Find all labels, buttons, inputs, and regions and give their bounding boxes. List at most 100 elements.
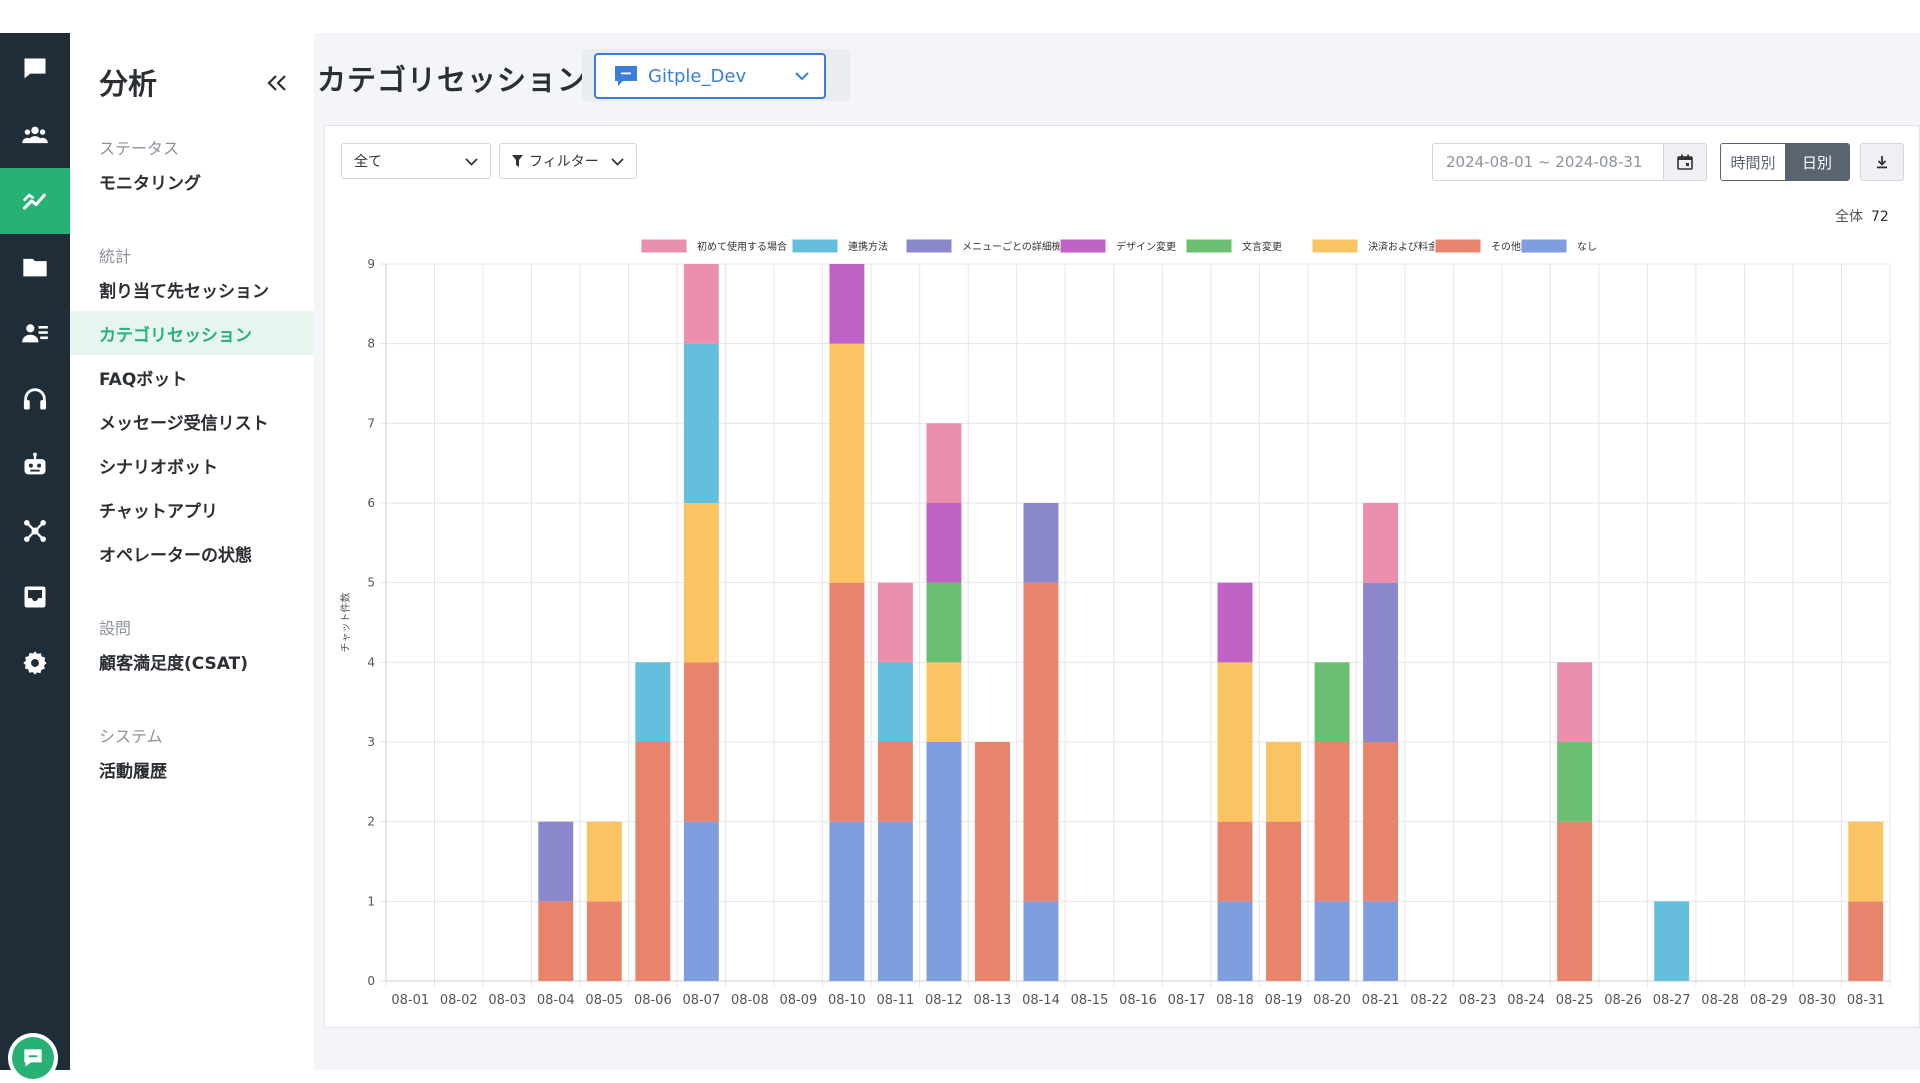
channel-select[interactable]: Gitple_Dev <box>594 53 826 99</box>
sidebar-title: 分析 <box>99 67 158 101</box>
bar-segment <box>538 821 574 902</box>
bar-segment <box>1654 901 1690 981</box>
sidebar-item-chat-app[interactable]: チャットアプリ <box>70 487 314 531</box>
bar-segment <box>829 343 865 583</box>
rail-contacts[interactable] <box>0 300 70 366</box>
legend-swatch <box>1520 238 1568 254</box>
rail-inbox[interactable] <box>0 564 70 630</box>
bar-segment <box>829 264 865 344</box>
sidebar-item-operator-status[interactable]: オペレーターの状態 <box>70 531 314 575</box>
x-tick-label: 08-06 <box>634 993 672 1008</box>
y-tick-label: 3 <box>367 735 375 749</box>
bar-segment <box>683 662 719 822</box>
sidebar-item-message-list[interactable]: メッセージ受信リスト <box>70 399 314 443</box>
x-tick-label: 08-23 <box>1459 993 1497 1008</box>
section-survey: 設問 <box>99 619 132 638</box>
x-tick-label: 08-09 <box>779 993 817 1008</box>
legend-label: デザイン変更 <box>1116 240 1176 253</box>
rail-chat[interactable] <box>0 36 70 102</box>
x-tick-label: 08-12 <box>925 993 963 1008</box>
y-tick-label: 7 <box>367 416 375 430</box>
chat-support-icon <box>24 1049 42 1067</box>
channel-select-label: Gitple_Dev <box>648 65 747 87</box>
legend-label: 決済および料金 <box>1368 240 1438 253</box>
legend-swatch <box>1059 238 1107 254</box>
legend-label: メニューごとの詳細機能 <box>962 240 1072 253</box>
bar-segment <box>683 503 719 663</box>
bar-segment <box>1314 901 1350 981</box>
bar-segment <box>586 901 622 981</box>
legend-label: 連携方法 <box>848 240 888 253</box>
rail-analytics[interactable] <box>0 168 70 234</box>
sidebar-item-monitoring[interactable]: モニタリング <box>70 159 314 203</box>
y-tick-label: 5 <box>367 576 375 590</box>
x-tick-label: 08-16 <box>1119 993 1157 1008</box>
rail-network[interactable] <box>0 498 70 564</box>
x-tick-label: 08-13 <box>974 993 1012 1008</box>
bar-segment <box>974 742 1010 981</box>
y-tick-label: 1 <box>367 894 375 908</box>
x-tick-label: 08-14 <box>1022 993 1060 1008</box>
main-content: カテゴリセッション Gitple_Dev 全て フィルター 2024-08-01… <box>314 33 1920 1070</box>
bar-segment <box>683 821 719 981</box>
chat-support-button[interactable] <box>8 1033 58 1083</box>
chat-support-badge <box>12 1037 54 1079</box>
bar-segment <box>1363 503 1399 583</box>
legend-swatch <box>905 238 953 254</box>
y-tick-label: 6 <box>367 496 375 510</box>
x-tick-label: 08-19 <box>1265 993 1303 1008</box>
bar-segment <box>877 742 913 822</box>
x-tick-label: 08-26 <box>1604 993 1642 1008</box>
bar-segment <box>635 742 671 981</box>
bar-segment <box>926 423 962 503</box>
bar-segment <box>538 901 574 981</box>
chat-bubble-icon <box>24 58 46 79</box>
bar-segment <box>1023 503 1059 583</box>
sidebar-collapse-button[interactable] <box>260 67 294 99</box>
chevron-down-icon <box>795 72 809 81</box>
bar-segment <box>877 662 913 742</box>
sidebar-item-scenario-bot[interactable]: シナリオボット <box>70 443 314 487</box>
gear-icon <box>23 651 47 675</box>
x-tick-label: 08-05 <box>585 993 623 1008</box>
bar-segment <box>829 582 865 822</box>
bar-segment <box>1023 901 1059 981</box>
rail-headset[interactable] <box>0 366 70 432</box>
sidebar-item-activity-log[interactable]: 活動履歴 <box>70 747 314 791</box>
sidebar-item-csat[interactable]: 顧客満足度(CSAT) <box>70 639 314 683</box>
rail-folder[interactable] <box>0 234 70 300</box>
bar-segment <box>586 821 622 902</box>
bar-segment <box>926 582 962 663</box>
channel-chat-icon <box>615 66 637 86</box>
legend-label: その他 <box>1491 240 1521 253</box>
bar-segment <box>1217 821 1253 902</box>
bar-segment <box>1848 901 1884 981</box>
bar-segment <box>1363 742 1399 902</box>
x-tick-label: 08-24 <box>1507 993 1545 1008</box>
legend-label: なし <box>1577 241 1597 253</box>
sidebar-item-assigned-sessions[interactable]: 割り当て先セッション <box>70 267 314 311</box>
legend-swatch <box>1434 238 1482 254</box>
y-tick-label: 0 <box>367 974 375 988</box>
bar-segment <box>926 662 962 742</box>
y-axis-title: チャット件数 <box>339 593 352 653</box>
section-status: ステータス <box>99 139 180 158</box>
sidebar-item-category-sessions[interactable]: カテゴリセッション <box>70 311 314 355</box>
section-system: システム <box>99 727 163 746</box>
x-tick-label: 08-21 <box>1362 993 1400 1008</box>
y-tick-label: 9 <box>367 257 375 271</box>
bar-segment <box>1363 901 1399 981</box>
x-tick-label: 08-25 <box>1556 993 1594 1008</box>
bar-segment <box>926 503 962 583</box>
rail-settings[interactable] <box>0 630 70 696</box>
bar-segment <box>877 582 913 663</box>
x-tick-label: 08-29 <box>1750 993 1788 1008</box>
sidebar-item-faq-bot[interactable]: FAQボット <box>70 355 314 399</box>
bar-segment <box>1023 582 1059 902</box>
bar-segment <box>1314 742 1350 902</box>
x-tick-label: 08-22 <box>1410 993 1448 1008</box>
bar-segment <box>1217 662 1253 822</box>
rail-users[interactable] <box>0 102 70 168</box>
page-title: カテゴリセッション <box>317 63 588 97</box>
rail-bot[interactable] <box>0 432 70 498</box>
